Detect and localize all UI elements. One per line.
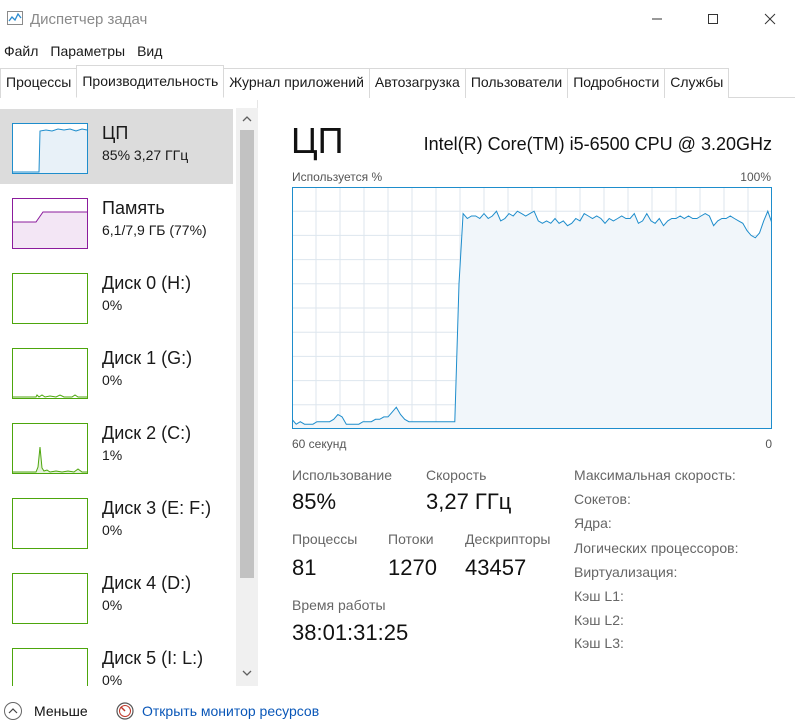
scroll-down-button[interactable] (236, 662, 258, 684)
resource-item-cpu[interactable]: ЦП 85% 3,27 ГГц (0, 109, 233, 184)
usage-value: 85% (292, 489, 337, 514)
tab-startup[interactable]: Автозагрузка (368, 68, 466, 98)
l1-cache-label: Кэш L1: (574, 588, 624, 604)
tab-app-history[interactable]: Журнал приложений (223, 68, 370, 98)
tab-performance[interactable]: Производительность (76, 65, 225, 98)
sockets-label: Сокетов: (574, 491, 631, 507)
chevron-down-icon (242, 670, 252, 676)
maximize-button[interactable] (688, 0, 738, 38)
open-resource-monitor-label: Открыть монитор ресурсов (142, 703, 320, 719)
uptime-value: 38:01:31:25 (292, 620, 409, 645)
open-resource-monitor-link[interactable]: Открыть монитор ресурсов (116, 702, 319, 720)
resource-value: 0% (102, 372, 123, 388)
speed-label: Скорость (426, 467, 487, 483)
maximize-icon (708, 14, 718, 24)
resource-value: 85% 3,27 ГГц (102, 147, 189, 163)
l3-cache-label: Кэш L3: (574, 635, 624, 651)
cores-label: Ядра: (574, 515, 612, 531)
graph-label: Используется % (292, 170, 383, 184)
tab-strip: Процессы Производительность Журнал прило… (0, 65, 795, 98)
chevron-up-circle-icon (4, 702, 22, 720)
resource-item-disk2[interactable]: Диск 2 (C:) 1% (0, 409, 233, 484)
title-bar: Диспетчер задач (0, 0, 795, 38)
minimize-icon (652, 18, 662, 20)
disk-thumbnail (12, 573, 88, 624)
resource-name: Диск 1 (G:) (102, 348, 193, 368)
tab-details[interactable]: Подробности (567, 68, 666, 98)
virtualization-label: Виртуализация: (574, 564, 678, 580)
logical-processors-label: Логических процессоров: (574, 540, 739, 556)
disk-thumbnail (12, 498, 88, 549)
resource-item-disk5[interactable]: Диск 5 (I: L:) 0% (0, 634, 233, 686)
resource-name: ЦП (102, 123, 129, 143)
usage-label: Использование (292, 467, 393, 483)
resource-value: 1% (102, 447, 123, 463)
l2-cache-label: Кэш L2: (574, 612, 624, 628)
uptime-label: Время работы (292, 597, 386, 613)
resource-name: Диск 2 (C:) (102, 423, 192, 443)
resource-value: 6,1/7,9 ГБ (77%) (102, 222, 207, 238)
menu-options[interactable]: Параметры (47, 40, 128, 62)
resource-value: 0% (102, 297, 123, 313)
fewer-details-label: Меньше (34, 703, 88, 719)
disk-thumbnail (12, 273, 88, 324)
chevron-up-icon (242, 116, 252, 122)
disk-thumbnail (12, 648, 88, 686)
tab-users[interactable]: Пользователи (464, 68, 569, 98)
minimize-button[interactable] (632, 0, 682, 38)
fewer-details-button[interactable]: Меньше (4, 702, 88, 720)
cpu-thumbnail (12, 123, 88, 174)
memory-thumbnail (12, 198, 88, 249)
processes-label: Процессы (292, 531, 358, 547)
resource-item-disk3[interactable]: Диск 3 (E: F:) 0% (0, 484, 233, 559)
graph-max-label: 100% (740, 170, 771, 184)
close-button[interactable] (745, 0, 795, 38)
task-manager-icon (7, 11, 23, 25)
resource-list: ЦП 85% 3,27 ГГц Память 6,1/7,9 ГБ (77%) … (0, 100, 258, 686)
resource-value: 0% (102, 522, 123, 538)
resource-item-memory[interactable]: Память 6,1/7,9 ГБ (77%) (0, 184, 233, 259)
cpu-model: Intel(R) Core(TM) i5-6500 CPU @ 3.20GHz (423, 134, 772, 154)
processes-value: 81 (292, 555, 317, 580)
resource-item-disk1[interactable]: Диск 1 (G:) 0% (0, 334, 233, 409)
disk-thumbnail (12, 423, 88, 474)
tab-processes[interactable]: Процессы (0, 68, 78, 98)
tab-services[interactable]: Службы (664, 68, 730, 98)
threads-label: Потоки (388, 531, 434, 547)
resource-name: Диск 0 (H:) (102, 273, 192, 293)
handles-value: 43457 (465, 555, 527, 580)
cpu-detail-panel: ЦП Intel(R) Core(TM) i5-6500 CPU @ 3.20G… (260, 100, 795, 686)
menu-bar: Файл Параметры Вид (0, 40, 171, 62)
window-title: Диспетчер задач (30, 11, 148, 28)
graph-axis-right: 0 (765, 437, 772, 451)
threads-value: 1270 (388, 555, 437, 580)
resource-item-disk4[interactable]: Диск 4 (D:) 0% (0, 559, 233, 634)
detail-title: ЦП (291, 120, 344, 161)
speed-value: 3,27 ГГц (426, 489, 512, 514)
resource-name: Диск 3 (E: F:) (102, 498, 212, 518)
max-speed-label: Максимальная скорость: (574, 467, 736, 483)
resource-name: Память (102, 198, 165, 218)
bottom-bar: Меньше Открыть монитор ресурсов (0, 694, 795, 728)
resource-value: 0% (102, 672, 123, 686)
close-icon (764, 13, 776, 25)
menu-file[interactable]: Файл (1, 40, 41, 62)
scroll-up-button[interactable] (236, 108, 258, 130)
resource-name: Диск 4 (D:) (102, 573, 192, 593)
menu-view[interactable]: Вид (134, 40, 165, 62)
handles-label: Дескрипторы (465, 531, 551, 547)
disk-thumbnail (12, 348, 88, 399)
resource-list-scrollbar[interactable] (236, 108, 258, 686)
cpu-usage-graph (292, 187, 772, 429)
resource-item-disk0[interactable]: Диск 0 (H:) 0% (0, 259, 233, 334)
graph-axis-left: 60 секунд (292, 437, 347, 451)
resource-value: 0% (102, 597, 123, 613)
scroll-thumb[interactable] (240, 130, 254, 578)
resource-monitor-icon (116, 702, 134, 720)
resource-name: Диск 5 (I: L:) (102, 648, 204, 668)
